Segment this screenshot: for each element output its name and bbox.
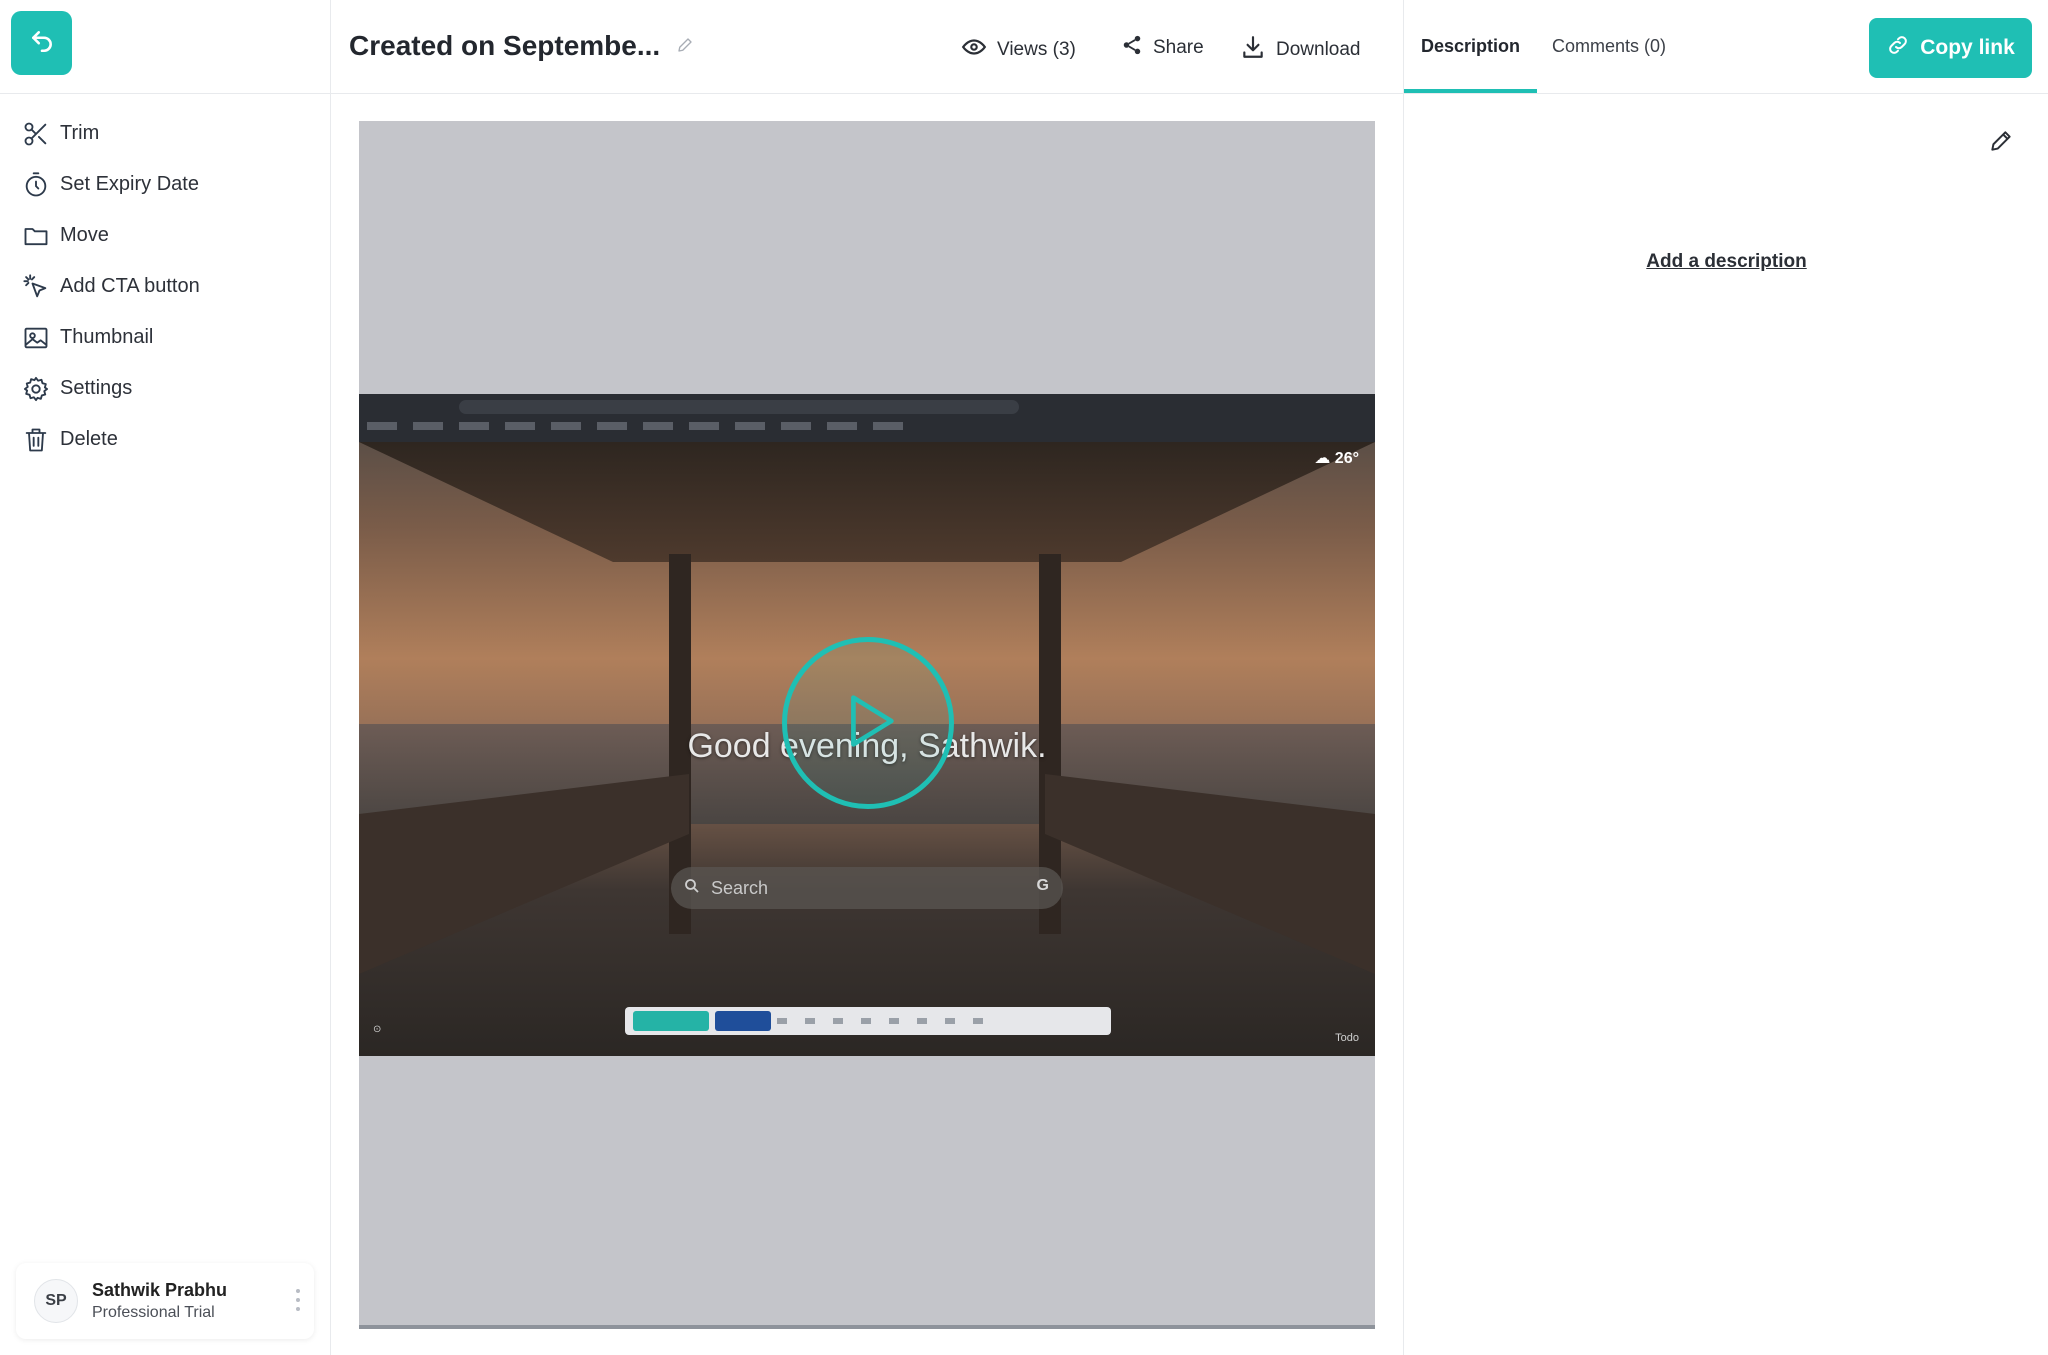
- menu-item-label: Move: [60, 224, 109, 246]
- menu-item-delete[interactable]: Delete: [0, 414, 330, 465]
- recorded-bookmarks-bar: [367, 422, 907, 430]
- menu-item-label: Trim: [60, 122, 100, 144]
- active-tab-indicator: [1404, 89, 1537, 93]
- play-icon: [833, 686, 903, 761]
- scissors-icon: [20, 118, 52, 150]
- trash-icon: [20, 424, 52, 456]
- recorder-tools: [777, 1018, 997, 1024]
- timer-icon: [20, 169, 52, 201]
- weather-temp: 26°: [1334, 450, 1359, 467]
- user-card[interactable]: SP Sathwik Prabhu Professional Trial: [16, 1263, 314, 1339]
- recorded-address-bar: [459, 400, 1019, 414]
- menu-item-label: Delete: [60, 428, 118, 450]
- recorded-browser-toolbar: [359, 394, 1375, 442]
- top-bar: Created on Septembe... Views (3) Share D…: [331, 0, 1403, 94]
- menu-item-label: Thumbnail: [60, 326, 154, 348]
- main-area: Created on Septembe... Views (3) Share D…: [331, 0, 1403, 1355]
- edit-description-icon[interactable]: [1988, 128, 2014, 159]
- cloud-icon: ☁: [1314, 450, 1331, 467]
- video-todo: Todo: [1335, 1032, 1359, 1044]
- copy-link-button[interactable]: Copy link: [1869, 18, 2032, 78]
- views-label: Views (3): [997, 39, 1076, 60]
- cursor-click-icon: [20, 271, 52, 303]
- pencil-icon[interactable]: [676, 36, 694, 59]
- tab-comments[interactable]: Comments (0): [1552, 36, 1666, 57]
- recorder-toolbar: [625, 1007, 1111, 1035]
- search-icon: [683, 877, 701, 900]
- video-title: Created on Septembe...: [349, 30, 661, 61]
- menu-item-settings[interactable]: Settings: [0, 363, 330, 414]
- details-panel: Description Comments (0) Copy link Add a…: [1403, 0, 2048, 1355]
- left-sidebar: Trim Set Expiry Date Move Add CTA button…: [0, 0, 331, 1355]
- menu-item-label: Set Expiry Date: [60, 173, 199, 195]
- video-search-placeholder: Search: [711, 877, 769, 898]
- folder-icon: [20, 220, 52, 252]
- download-button[interactable]: Download: [1240, 34, 1361, 66]
- recorder-blue-button: [715, 1011, 771, 1031]
- user-name: Sathwik Prabhu: [92, 1280, 228, 1300]
- user-plan: Professional Trial: [92, 1304, 215, 1321]
- menu-item-trim[interactable]: Trim: [0, 108, 330, 159]
- video-player[interactable]: ☁ 26° Good evening, Sathwik. Search G ⊙ …: [359, 394, 1375, 1056]
- copy-link-label: Copy link: [1920, 36, 2015, 59]
- menu-item-label: Add CTA button: [60, 275, 200, 297]
- link-icon: [1886, 33, 1920, 63]
- video-stage[interactable]: ☁ 26° Good evening, Sathwik. Search G ⊙ …: [359, 121, 1375, 1329]
- share-icon: [1121, 34, 1153, 62]
- video-location-credit: ⊙: [373, 1024, 382, 1035]
- avatar: SP: [34, 1279, 78, 1323]
- menu-item-move[interactable]: Move: [0, 210, 330, 261]
- menu-item-label: Settings: [60, 377, 133, 399]
- views-button[interactable]: Views (3): [961, 34, 1076, 66]
- image-icon: [20, 322, 52, 354]
- video-search-bar: Search G: [671, 867, 1063, 909]
- download-label: Download: [1276, 39, 1361, 60]
- share-button[interactable]: Share: [1121, 34, 1204, 62]
- menu-item-thumbnail[interactable]: Thumbnail: [0, 312, 330, 363]
- action-menu: Trim Set Expiry Date Move Add CTA button…: [0, 94, 330, 465]
- recorder-green-button: [633, 1011, 709, 1031]
- back-area: [0, 0, 330, 94]
- weather-widget: ☁ 26°: [1314, 448, 1359, 468]
- back-button[interactable]: [11, 11, 72, 75]
- panel-tabs: Description Comments (0) Copy link: [1404, 0, 2048, 94]
- menu-item-set-expiry-date[interactable]: Set Expiry Date: [0, 159, 330, 210]
- eye-icon: [961, 34, 997, 66]
- gear-icon: [20, 373, 52, 405]
- menu-item-add-cta-button[interactable]: Add CTA button: [0, 261, 330, 312]
- google-icon: G: [1036, 877, 1049, 894]
- play-button[interactable]: [782, 637, 954, 809]
- share-label: Share: [1153, 37, 1204, 58]
- more-options-icon[interactable]: [296, 1289, 300, 1311]
- video-scene-roof: [359, 442, 1375, 562]
- tab-description[interactable]: Description: [1421, 36, 1520, 57]
- add-description-link[interactable]: Add a description: [1404, 251, 2048, 273]
- undo-arrow-icon: [29, 28, 55, 59]
- download-icon: [1240, 34, 1276, 66]
